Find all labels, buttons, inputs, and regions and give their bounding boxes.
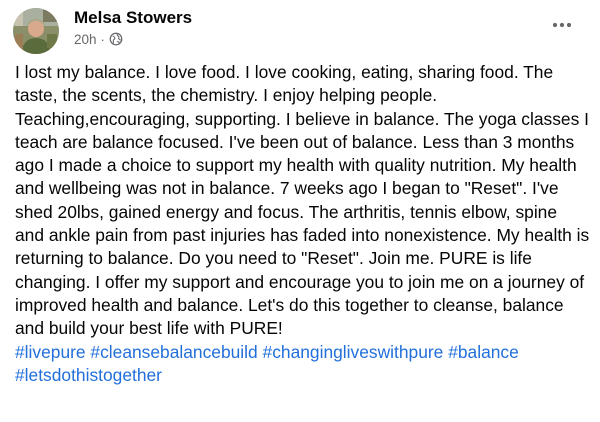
more-options-button[interactable] <box>544 10 580 40</box>
globe-icon[interactable] <box>109 32 123 46</box>
author-avatar[interactable] <box>13 8 59 54</box>
avatar-photo <box>13 8 59 54</box>
post-card: Melsa Stowers 20h · I lost my balance. I… <box>0 0 600 422</box>
post-timestamp[interactable]: 20h <box>74 32 97 47</box>
hashtag-balance[interactable]: #balance <box>448 342 519 362</box>
post-meta: 20h · <box>74 31 123 47</box>
more-horizontal-icon <box>552 22 572 28</box>
hashtag-livepure[interactable]: #livepure <box>15 342 86 362</box>
author-name[interactable]: Melsa Stowers <box>74 8 192 28</box>
hashtag-cleansebalancebuild[interactable]: #cleansebalancebuild <box>90 342 257 362</box>
hashtag-letsdothistogether[interactable]: #letsdothistogether <box>15 365 162 385</box>
hashtag-list: #livepure #cleansebalancebuild #changing… <box>15 341 590 388</box>
hashtag-changinglives[interactable]: #changinglives­withpure <box>263 342 444 362</box>
post-text: I lost my balance. I love food. I love c… <box>15 62 590 339</box>
meta-separator: · <box>100 31 105 47</box>
post-body: I lost my balance. I love food. I love c… <box>15 61 590 387</box>
